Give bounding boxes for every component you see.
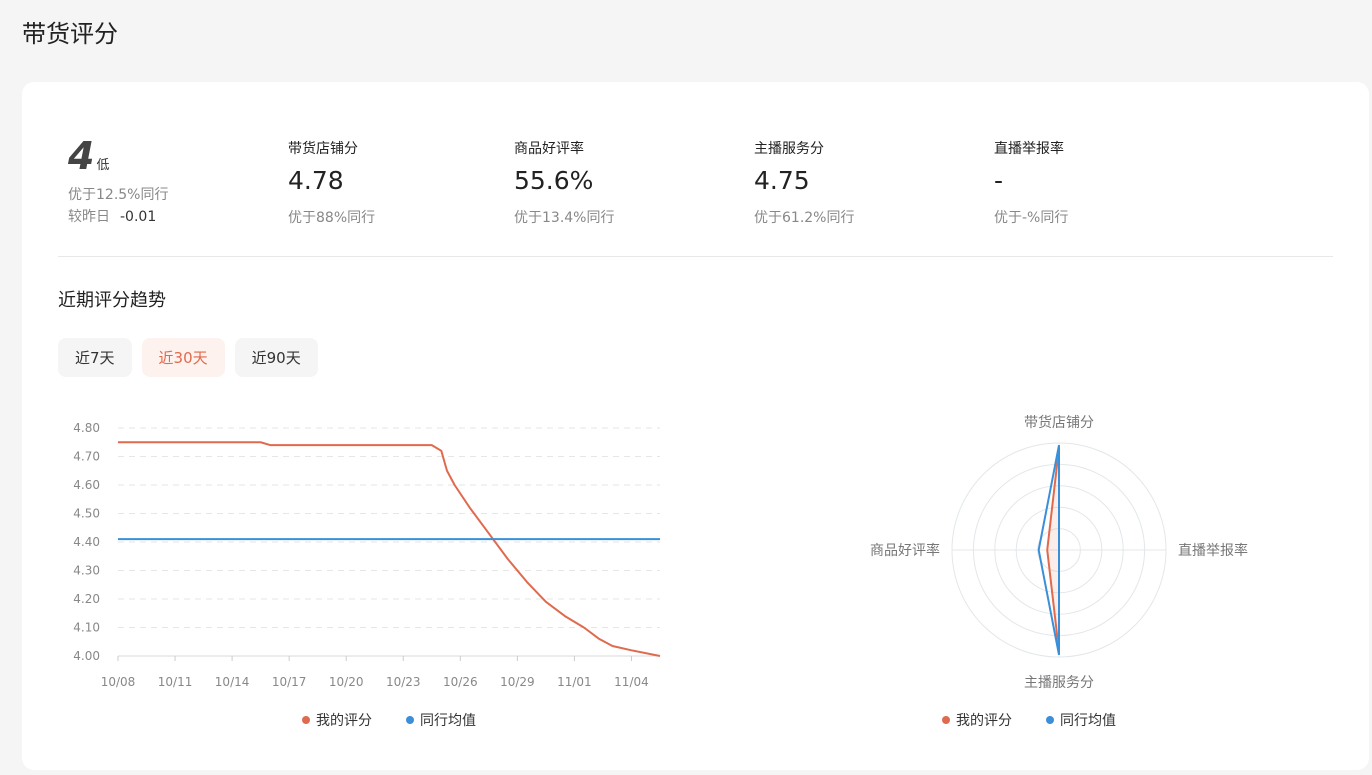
x-tick-label: 10/08: [101, 675, 136, 689]
tab-7-days[interactable]: 近7天: [58, 338, 132, 377]
x-tick-label: 11/04: [614, 675, 649, 689]
metric-report-rate: 直播举报率 - 优于-%同行: [994, 138, 1068, 227]
radar-legend: 我的评分 同行均值: [942, 710, 1116, 730]
vs-yesterday: 较昨日 -0.01: [68, 206, 156, 226]
page-title: 带货评分: [22, 20, 118, 48]
vs-yesterday-label: 较昨日: [68, 209, 110, 225]
x-tick-label: 10/17: [272, 675, 307, 689]
legend-peer[interactable]: 同行均值: [406, 710, 476, 730]
trend-title: 近期评分趋势: [58, 290, 166, 311]
x-tick-label: 10/14: [215, 675, 250, 689]
range-tabs: 近7天 近30天 近90天: [58, 338, 318, 377]
legend-peer-marker: [406, 716, 414, 724]
y-tick-label: 4.30: [73, 564, 100, 578]
tab-90-days[interactable]: 近90天: [234, 338, 318, 377]
metric-label: 主播服务分: [754, 141, 824, 157]
y-tick-label: 4.20: [73, 592, 100, 606]
x-tick-label: 10/11: [158, 675, 193, 689]
radar-legend-peer-marker: [1046, 716, 1054, 724]
metric-value: -: [994, 166, 1004, 195]
metric-label: 带货店铺分: [288, 141, 358, 157]
metric-label: 直播举报率: [994, 141, 1064, 157]
radar-legend-mine-marker: [942, 716, 950, 724]
radar-axis-label: 主播服务分: [1024, 675, 1094, 691]
metric-value: 55.6%: [514, 166, 594, 195]
metric-good-review-rate: 商品好评率 55.6% 优于13.4%同行: [514, 138, 614, 227]
y-tick-label: 4.40: [73, 535, 100, 549]
score-level: 低: [96, 158, 110, 173]
radar-legend-peer-label: 同行均值: [1060, 713, 1116, 729]
metric-value: 4.78: [288, 166, 344, 195]
score-value: 4: [68, 134, 95, 178]
radar-axis-label: 带货店铺分: [1024, 414, 1094, 431]
legend-mine[interactable]: 我的评分: [302, 710, 372, 730]
metric-store-score: 带货店铺分 4.78 优于88%同行: [288, 138, 375, 227]
y-tick-label: 4.50: [73, 507, 100, 521]
line-legend: 我的评分 同行均值: [302, 710, 476, 730]
overall-better-than: 优于12.5%同行: [68, 187, 169, 203]
x-tick-label: 10/26: [443, 675, 478, 689]
x-tick-label: 10/29: [500, 675, 535, 689]
y-tick-label: 4.00: [73, 649, 100, 663]
metric-sub: 优于-%同行: [994, 210, 1069, 226]
divider: [58, 256, 1333, 257]
x-tick-label: 10/20: [329, 675, 364, 689]
metric-value: 4.75: [754, 166, 810, 195]
y-tick-label: 4.10: [73, 621, 100, 635]
series-line-mine: [118, 441, 661, 657]
overall-score: 4低: [68, 134, 109, 178]
metric-sub: 优于88%同行: [288, 210, 376, 226]
x-tick-label: 10/23: [386, 675, 421, 689]
metric-sub: 优于13.4%同行: [514, 210, 615, 226]
vs-yesterday-value: -0.01: [120, 209, 157, 225]
tab-30-days[interactable]: 近30天: [141, 338, 225, 377]
metric-label: 商品好评率: [514, 141, 584, 157]
legend-mine-marker: [302, 716, 310, 724]
legend-mine-label: 我的评分: [316, 713, 372, 729]
radar-legend-mine-label: 我的评分: [956, 713, 1012, 729]
score-card: 4低 优于12.5%同行 较昨日 -0.01 带货店铺分 4.78 优于88%同行…: [22, 82, 1369, 770]
radar-legend-mine[interactable]: 我的评分: [942, 710, 1012, 730]
radar-chart: 带货店铺分直播举报率主播服务分 商品好评率: [870, 414, 1248, 691]
radar-axis-label: 商品好评率: [870, 542, 940, 559]
legend-peer-label: 同行均值: [420, 713, 476, 729]
trend-line-chart: 4.80 4.70 4.60 4.50 4.40 4.30 4.20 4.10 4.0010/0…: [73, 421, 661, 689]
metric-host-service: 主播服务分 4.75 优于61.2%同行: [754, 138, 854, 227]
x-tick-label: 11/01: [557, 675, 592, 689]
y-tick-label: 4.70: [73, 450, 100, 464]
y-tick-label: 4.80: [73, 421, 100, 435]
metric-sub: 优于61.2%同行: [754, 210, 855, 226]
y-tick-label: 4.60: [73, 478, 100, 492]
radar-legend-peer[interactable]: 同行均值: [1046, 710, 1116, 730]
radar-axis-label: 直播举报率: [1178, 542, 1248, 559]
